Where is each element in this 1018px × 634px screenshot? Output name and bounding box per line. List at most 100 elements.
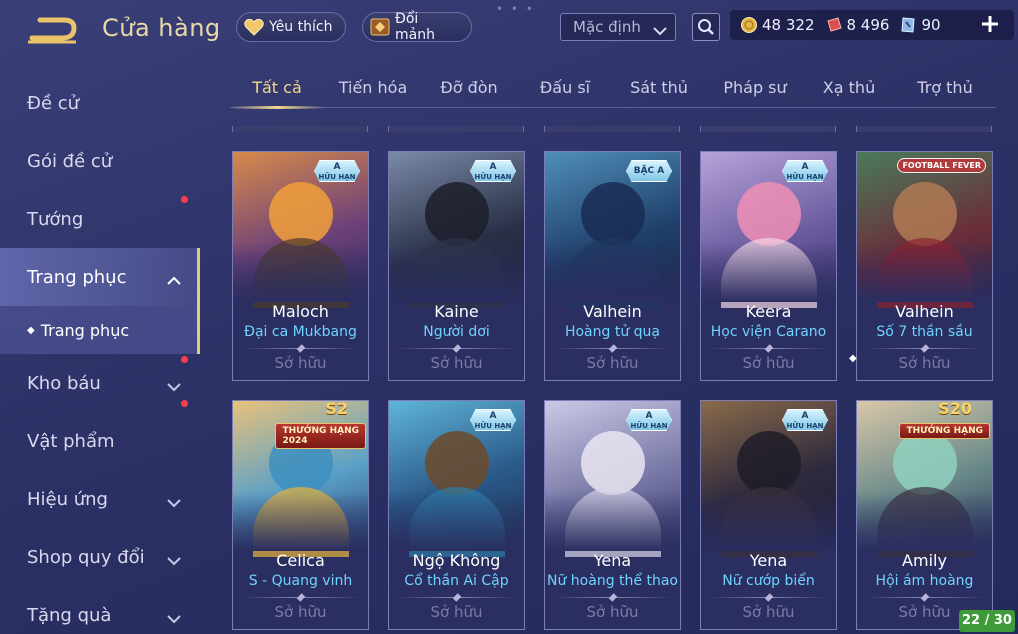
hero-figure	[876, 487, 973, 557]
divider	[709, 348, 828, 349]
sidebar-item-gifts[interactable]: Tặng quà	[0, 586, 200, 634]
plus-icon	[982, 16, 998, 32]
back-button[interactable]	[26, 14, 82, 48]
sidebar-item-heroes[interactable]: Tướng	[0, 190, 200, 248]
skin-card[interactable]: FOOTBALL FEVER Valhein Số 7 thần sầu Sở …	[856, 151, 993, 381]
sidebar-item-treasure[interactable]: Kho báu	[0, 354, 200, 412]
ticket-currency: 90	[899, 16, 941, 34]
tab-all[interactable]: Tất cả	[230, 78, 324, 109]
add-currency-button[interactable]	[978, 12, 1002, 36]
skin-card[interactable]: A HỮU HẠN Yena Nữ cướp biển Sở hữu	[700, 400, 837, 630]
chevron-down-icon	[166, 608, 182, 629]
sidebar-item-label: Kho báu	[27, 372, 101, 394]
sidebar-item-bundles[interactable]: Gói đề cử	[0, 132, 200, 203]
sidebar-item-exchange-shop[interactable]: Shop quy đổi	[0, 528, 200, 586]
skin-card[interactable]: A HỮU HẠN Yena Nữ hoàng thể thao Sở hữu	[544, 400, 681, 630]
limited-badge: A HỮU HẠN	[470, 409, 516, 431]
search-button[interactable]	[692, 13, 720, 41]
hero-name: Amily	[902, 551, 947, 570]
tab-tank[interactable]: Đỡ đòn	[422, 78, 516, 108]
tab-marksman[interactable]: Xạ thủ	[802, 78, 896, 108]
season-badge: S20	[938, 400, 972, 418]
exchange-shards-button[interactable]: Đổi mảnh	[362, 11, 472, 43]
gold-coin-icon	[740, 16, 758, 34]
shard-exchange-icon	[369, 16, 391, 38]
sidebar-item-label: Trang phục	[27, 266, 127, 288]
hero-figure	[720, 238, 817, 308]
tab-support[interactable]: Trợ thủ	[898, 78, 992, 108]
sidebar-item-label: Đề cử	[27, 92, 80, 114]
skin-card[interactable]: A HỮU HẠN Ngộ Không Cổ thần Ai Cập Sở hữu	[388, 400, 525, 630]
divider	[553, 348, 672, 349]
tab-assassin[interactable]: Sát thủ	[612, 78, 706, 108]
hero-figure	[408, 487, 505, 557]
skin-card[interactable]: A HỮU HẠN Keera Học viện Carano Sở hữu	[700, 151, 837, 381]
hero-figure	[580, 431, 645, 495]
drag-handle: • • •	[496, 2, 535, 16]
hero-name: Valhein	[895, 302, 954, 321]
hero-figure	[564, 238, 661, 308]
skin-card[interactable]: S20 THƯỞNG HẠNG Amily Hội ám hoàng Sở hữ…	[856, 400, 993, 630]
skin-name: Học viện Carano	[710, 324, 827, 340]
hero-name: Yena	[749, 551, 788, 570]
ticket-icon	[899, 16, 917, 34]
sidebar-item-skins[interactable]: Trang phục	[0, 248, 200, 306]
hero-figure	[252, 238, 349, 308]
sidebar-item-label: Gói đề cử	[27, 150, 113, 172]
hero-name: Ngộ Không	[412, 551, 501, 570]
previous-row-edge	[232, 126, 992, 132]
divider	[865, 348, 984, 349]
sort-dropdown[interactable]: Mặc định	[560, 13, 676, 41]
skin-name: Nữ hoàng thể thao	[547, 573, 678, 589]
owned-status: Sở hữu	[586, 603, 639, 621]
hero-name: Maloch	[272, 302, 329, 321]
chevron-down-icon	[166, 376, 182, 397]
favorites-button[interactable]: Yêu thích	[236, 12, 346, 42]
limited-badge: A HỮU HẠN	[314, 160, 360, 182]
owned-status: Sở hữu	[742, 603, 795, 621]
page-title: Cửa hàng	[102, 14, 221, 42]
sidebar-item-label: Shop quy đổi	[27, 546, 145, 568]
hero-name: Kaine	[434, 302, 479, 321]
sidebar-subitem-skins[interactable]: ◆ Trang phục	[0, 306, 200, 354]
hero-name: Valhein	[583, 302, 642, 321]
skin-card[interactable]: BẬC A Valhein Hoàng tử quạ Sở hữu	[544, 151, 681, 381]
skin-card[interactable]: A HỮU HẠN Kaine Người dơi Sở hữu	[388, 151, 525, 381]
sidebar-item-recommended[interactable]: Đề cử	[0, 74, 200, 132]
sidebar-item-label: Tướng	[27, 208, 84, 230]
skin-name: Nữ cướp biển	[722, 573, 815, 589]
tier-badge: BẬC A	[626, 160, 672, 182]
divider	[397, 597, 516, 598]
hero-figure	[580, 182, 645, 246]
sidebar-item-label: Hiệu ứng	[27, 488, 108, 510]
tab-fighter[interactable]: Đấu sĩ	[518, 78, 612, 108]
hero-name: Celica	[276, 551, 325, 570]
hero-figure	[892, 431, 957, 495]
hero-figure	[892, 182, 957, 246]
season-badge: S2	[325, 400, 348, 418]
sidebar-item-items[interactable]: Vật phẩm	[0, 400, 200, 470]
divider	[241, 348, 360, 349]
hero-figure	[408, 238, 505, 308]
sidebar-item-label: Vật phẩm	[27, 430, 115, 452]
skin-card[interactable]: S2 THƯỞNG HẠNG 2024 Celica S - Quang vinh…	[232, 400, 369, 630]
sidebar: Đề cử Gói đề cử Tướng Trang phục ◆ Trang…	[0, 74, 200, 634]
tab-evolution[interactable]: Tiến hóa	[326, 78, 420, 108]
divider	[709, 597, 828, 598]
owned-status: Sở hữu	[742, 354, 795, 372]
notification-dot	[181, 356, 188, 363]
search-icon	[698, 19, 714, 35]
divider	[397, 348, 516, 349]
skin-name: Cổ thần Ai Cập	[404, 573, 509, 589]
tab-mage[interactable]: Pháp sư	[708, 78, 802, 108]
hero-figure	[720, 487, 817, 557]
skin-name: Số 7 thần sầu	[876, 324, 973, 340]
divider	[241, 597, 360, 598]
skin-card[interactable]: A HỮU HẠN Maloch Đại ca Mukbang Sở hữu	[232, 151, 369, 381]
owned-status: Sở hữu	[274, 354, 327, 372]
limited-badge: A HỮU HẠN	[782, 409, 828, 431]
hero-figure	[268, 182, 333, 246]
owned-status: Sở hữu	[430, 354, 483, 372]
rank-reward-badge: THƯỞNG HẠNG 2024	[275, 423, 366, 449]
sidebar-item-effects[interactable]: Hiệu ứng	[0, 470, 200, 528]
